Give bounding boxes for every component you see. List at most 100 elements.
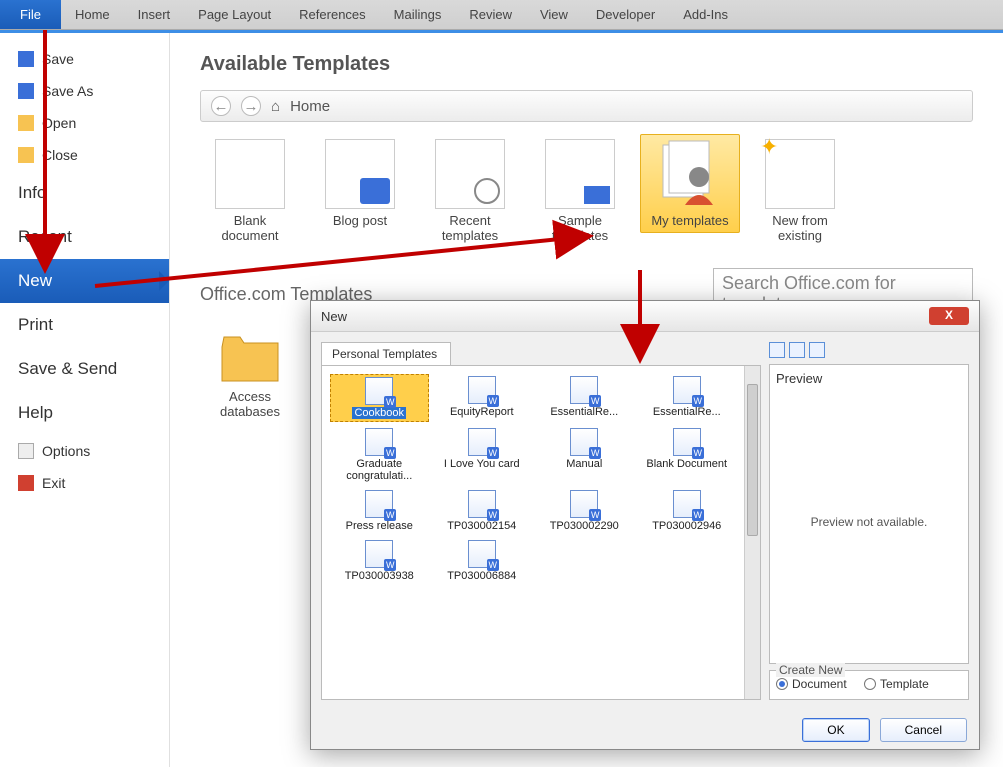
cancel-button[interactable]: Cancel [880,718,967,742]
file-graduate[interactable]: Graduate congratulati... [330,426,429,484]
file-label: Cookbook [352,407,406,419]
sample-templates-icon [545,139,615,209]
view-large-icon[interactable] [769,342,785,358]
tab-review[interactable]: Review [455,0,526,29]
radio-dot-icon [776,678,788,690]
file-label: Graduate congratulati... [346,458,412,482]
tmpl-new-from-existing[interactable]: ✦ New from existing [750,134,850,248]
template-file-icon [570,376,598,404]
file-tp3938[interactable]: TP030003938 [330,538,429,584]
file-label: TP030003938 [345,570,414,582]
folder-icon [220,335,280,385]
view-details-icon[interactable] [809,342,825,358]
nav-info[interactable]: Info [0,171,169,215]
blank-doc-icon [215,139,285,209]
breadcrumb-home[interactable]: Home [290,98,330,115]
nav-save-label: Save [42,51,74,67]
tab-page-layout[interactable]: Page Layout [184,0,285,29]
nav-save-as-label: Save As [42,83,93,99]
file-tp2290[interactable]: TP030002290 [535,488,634,534]
recent-templates-icon [435,139,505,209]
tmpl-sample-label: Sample templates [535,213,625,243]
dialog-tab-personal[interactable]: Personal Templates [321,342,451,365]
template-file-icon [468,376,496,404]
nav-exit[interactable]: Exit [0,467,169,499]
file-pressrelease[interactable]: Press release [330,488,429,534]
tab-addins[interactable]: Add-Ins [669,0,742,29]
nav-save-send[interactable]: Save & Send [0,347,169,391]
tmpl-recent[interactable]: Recent templates [420,134,520,248]
file-label: Press release [346,520,413,532]
dialog-close-button[interactable]: X [929,307,969,325]
file-label: Manual [566,458,602,470]
radio-document[interactable]: Document [776,677,847,691]
file-cookbook[interactable]: Cookbook [330,374,429,422]
template-list: Cookbook EquityReport EssentialRe... Ess… [322,366,744,699]
file-label: I Love You card [444,458,520,470]
tab-home[interactable]: Home [61,0,124,29]
template-row: Blank document Blog post Recent template… [200,134,973,248]
list-scrollbar[interactable] [744,366,760,699]
tab-references[interactable]: References [285,0,379,29]
tab-file[interactable]: File [0,0,61,29]
back-icon[interactable]: ← [211,96,231,116]
nav-save-as[interactable]: Save As [0,75,169,107]
backstage-nav: Save Save As Open Close Info Recent New … [0,33,170,767]
my-templates-icon [655,139,725,209]
tmpl-blog-label: Blog post [315,213,405,228]
open-icon [18,115,34,131]
preview-panel: Preview Preview not available. [769,364,969,664]
nav-print[interactable]: Print [0,303,169,347]
file-essentialre1[interactable]: EssentialRe... [535,374,634,422]
nav-new[interactable]: New [0,259,169,303]
forward-icon[interactable]: → [241,96,261,116]
nav-help[interactable]: Help [0,391,169,435]
tmpl-my-templates[interactable]: My templates [640,134,740,233]
radio-tpl-label: Template [880,677,929,691]
nav-close-label: Close [42,147,78,163]
nav-save[interactable]: Save [0,43,169,75]
file-label: EssentialRe... [653,406,721,418]
office-access[interactable]: Access databases [200,330,300,444]
dialog-title: New [321,309,347,324]
file-label: Blank Document [646,458,727,470]
radio-template[interactable]: Template [864,677,929,691]
tab-developer[interactable]: Developer [582,0,669,29]
ok-button[interactable]: OK [802,718,869,742]
view-mode-buttons [769,342,969,358]
tab-mailings[interactable]: Mailings [380,0,456,29]
file-tp6884[interactable]: TP030006884 [433,538,532,584]
tmpl-my-templates-label: My templates [645,213,735,228]
nav-open[interactable]: Open [0,107,169,139]
file-blankdoc[interactable]: Blank Document [638,426,737,484]
file-essentialre2[interactable]: EssentialRe... [638,374,737,422]
file-manual[interactable]: Manual [535,426,634,484]
nav-options[interactable]: Options [0,435,169,467]
template-file-icon [365,377,393,405]
tmpl-blank[interactable]: Blank document [200,134,300,248]
tmpl-sample[interactable]: Sample templates [530,134,630,248]
nav-close[interactable]: Close [0,139,169,171]
view-list-icon[interactable] [789,342,805,358]
ribbon-tabs: File Home Insert Page Layout References … [0,0,1003,30]
template-file-icon [365,540,393,568]
file-equityreport[interactable]: EquityReport [433,374,532,422]
blog-post-icon [325,139,395,209]
tab-insert[interactable]: Insert [124,0,185,29]
tmpl-new-from-existing-label: New from existing [755,213,845,243]
office-access-label: Access databases [205,389,295,419]
nav-recent[interactable]: Recent [0,215,169,259]
tmpl-blog[interactable]: Blog post [310,134,410,233]
file-tp2154[interactable]: TP030002154 [433,488,532,534]
template-file-icon [570,490,598,518]
tab-view[interactable]: View [526,0,582,29]
file-tp2946[interactable]: TP030002946 [638,488,737,534]
preview-text: Preview not available. [776,386,962,657]
new-from-existing-icon: ✦ [765,139,835,209]
options-icon [18,443,34,459]
dialog-titlebar: New X [311,301,979,332]
file-label: EssentialRe... [550,406,618,418]
template-file-icon [673,428,701,456]
file-iloveyou[interactable]: I Love You card [433,426,532,484]
home-icon[interactable]: ⌂ [271,98,280,115]
